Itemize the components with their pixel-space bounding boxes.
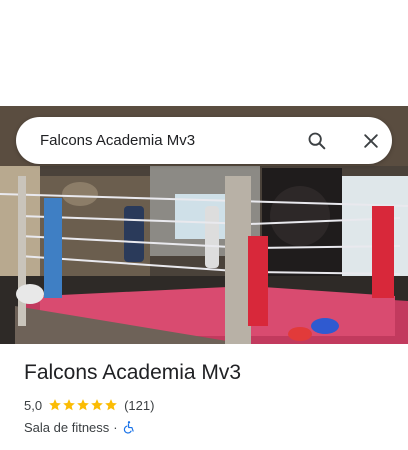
wheelchair-accessible-icon: [123, 421, 134, 434]
search-button[interactable]: [302, 126, 332, 156]
search-input[interactable]: Falcons Academia Mv3: [40, 117, 195, 164]
star-icon: [49, 399, 61, 411]
place-category: Sala de fitness: [24, 419, 110, 435]
star-rating: [48, 398, 118, 412]
star-icon: [91, 399, 103, 411]
star-icon: [63, 399, 75, 411]
place-info[interactable]: Falcons Academia Mv3 5,0 (121) Sala de f…: [24, 358, 394, 436]
review-count[interactable]: (121): [124, 398, 154, 413]
close-icon: [364, 134, 378, 148]
separator: ·: [113, 419, 118, 435]
search-bar[interactable]: Falcons Academia Mv3: [16, 117, 392, 164]
rating-value: 5,0: [24, 397, 43, 413]
star-icon: [105, 399, 117, 411]
clear-search-button[interactable]: [356, 126, 386, 156]
place-title: Falcons Academia Mv3: [24, 361, 242, 384]
star-icon: [77, 399, 89, 411]
category-row: Sala de fitness ·: [24, 418, 394, 436]
search-icon: [308, 132, 326, 150]
rating-row[interactable]: 5,0 (121): [24, 396, 394, 414]
